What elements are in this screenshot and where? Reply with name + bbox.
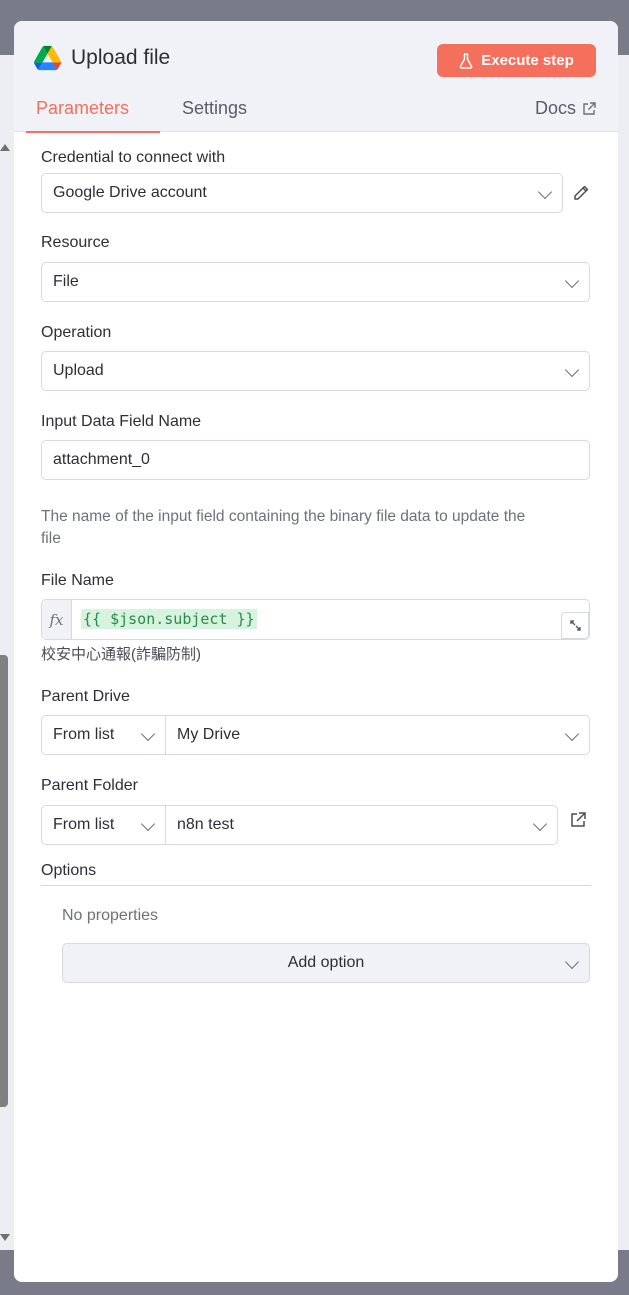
- operation-select[interactable]: Upload: [41, 351, 590, 391]
- file-name-label: File Name: [41, 572, 114, 589]
- parent-drive-label: Parent Drive: [41, 688, 130, 705]
- file-name-expression: {{ $json.subject }}: [81, 609, 257, 629]
- options-divider: [41, 885, 591, 886]
- docs-link[interactable]: Docs: [535, 98, 596, 119]
- active-tab-indicator: [26, 131, 160, 133]
- chevron-down-icon: [564, 362, 580, 378]
- expand-icon: [569, 620, 581, 631]
- flask-icon: [459, 52, 473, 69]
- parent-drive-select[interactable]: My Drive: [165, 715, 590, 755]
- docs-label: Docs: [534, 98, 576, 118]
- open-folder-link-button[interactable]: [567, 809, 589, 831]
- chevron-down-icon: [537, 184, 553, 200]
- file-name-preview: 校安中心通報(詐騙防制): [41, 646, 201, 663]
- parent-drive-value: My Drive: [177, 726, 241, 743]
- title-row: Upload file: [34, 45, 170, 71]
- execute-step-label: Execute step: [481, 52, 574, 69]
- execute-step-button[interactable]: Execute step: [437, 44, 596, 77]
- parent-drive-mode-select[interactable]: From list: [41, 715, 166, 755]
- chevron-down-icon: [532, 816, 548, 832]
- parent-drive-mode: From list: [53, 726, 115, 743]
- parent-folder-value: n8n test: [177, 816, 234, 833]
- file-name-expression-input[interactable]: fx {{ $json.subject }}: [41, 599, 590, 640]
- parent-folder-label: Parent Folder: [41, 777, 138, 794]
- chevron-down-icon: [140, 726, 156, 742]
- fx-icon: fx: [42, 600, 72, 639]
- input-field-value: attachment_0: [53, 451, 150, 468]
- parent-folder-select[interactable]: n8n test: [165, 805, 558, 845]
- canvas-backdrop-right: [617, 55, 629, 1250]
- external-link-icon: [583, 101, 596, 115]
- tab-settings[interactable]: Settings: [182, 98, 247, 132]
- chevron-down-icon: [564, 726, 580, 742]
- external-link-icon: [571, 812, 586, 827]
- chevron-down-icon: [564, 954, 580, 970]
- edit-credential-button[interactable]: [570, 182, 592, 204]
- node-title: Upload file: [71, 46, 171, 69]
- chevron-down-icon: [564, 273, 580, 289]
- input-field-name-input[interactable]: attachment_0: [41, 440, 590, 480]
- scroll-down-arrow[interactable]: [0, 1234, 10, 1241]
- resource-label: Resource: [41, 234, 110, 251]
- input-field-hint-line1: The name of the input field containing t…: [41, 508, 526, 525]
- chevron-down-icon: [140, 816, 156, 832]
- parent-folder-mode: From list: [53, 816, 115, 833]
- input-field-hint-line2: file: [41, 530, 61, 547]
- expand-expression-button[interactable]: [561, 612, 589, 639]
- google-drive-logo: [34, 45, 61, 71]
- scroll-up-arrow[interactable]: [0, 144, 10, 151]
- parent-folder-mode-select[interactable]: From list: [41, 805, 166, 845]
- tabs-bar: Parameters Settings Docs: [14, 93, 618, 133]
- credential-label: Credential to connect with: [41, 149, 226, 166]
- resource-select[interactable]: File: [41, 262, 590, 302]
- tab-parameters[interactable]: Parameters: [36, 98, 129, 132]
- pencil-icon: [574, 185, 589, 200]
- add-option-label: Add option: [287, 954, 365, 971]
- add-option-button[interactable]: Add option: [62, 943, 590, 983]
- options-label: Options: [41, 862, 97, 879]
- panel-header: Upload file Execute step Parameters Sett…: [14, 21, 618, 133]
- node-settings-panel: Upload file Execute step Parameters Sett…: [14, 21, 618, 1282]
- resource-value: File: [53, 273, 79, 290]
- input-field-label: Input Data Field Name: [41, 413, 202, 430]
- operation-value: Upload: [53, 362, 104, 379]
- credential-value: Google Drive account: [53, 184, 207, 201]
- credential-select[interactable]: Google Drive account: [41, 173, 563, 213]
- operation-label: Operation: [41, 324, 112, 341]
- no-properties-text: No properties: [62, 907, 159, 924]
- scrollbar-thumb[interactable]: [0, 655, 8, 1107]
